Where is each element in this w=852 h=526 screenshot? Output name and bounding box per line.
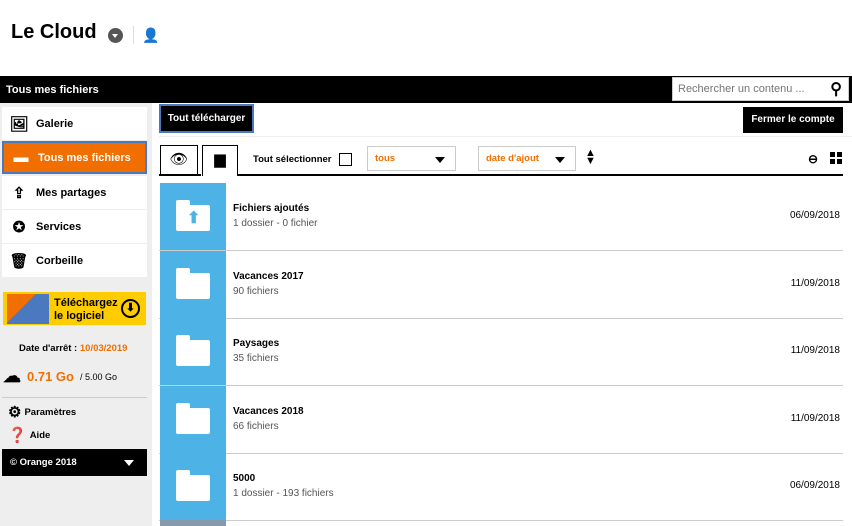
caret-circle-icon[interactable] xyxy=(108,28,123,43)
divider xyxy=(133,26,134,44)
app-title: Le Cloud xyxy=(11,21,97,43)
sort-value: date d'ajout xyxy=(486,153,539,164)
grid-view-icon[interactable] xyxy=(830,152,842,164)
sort-select[interactable]: date d'ajout xyxy=(478,146,576,171)
folder-icon xyxy=(176,335,210,366)
footer-dropdown[interactable]: © Orange 2018 xyxy=(2,449,147,476)
software-illustration xyxy=(7,294,49,324)
file-date: 11/09/2018 xyxy=(790,345,840,356)
file-row[interactable]: Vacances 2018 66 fichiers 11/09/2018 xyxy=(159,385,843,454)
zoom-out-icon[interactable]: ⊖ xyxy=(808,152,818,166)
help-label: Aide xyxy=(29,429,51,441)
folder-icon xyxy=(176,267,210,299)
select-all-checkbox[interactable] xyxy=(339,153,353,166)
footer-label: © Orange 2018 xyxy=(10,457,77,468)
sidebar-item-mes-partages[interactable]: ⇪ Mes partages xyxy=(2,176,147,209)
file-row[interactable]: 5000 1 dossier - 193 fichiers 06/09/2018 xyxy=(159,453,843,521)
toolbar-underline xyxy=(238,174,843,176)
user-mail-icon[interactable]: 👤 xyxy=(142,27,159,44)
download-software-banner[interactable]: Téléchargez le logiciel ⬇ xyxy=(3,292,146,325)
search-box: ⚲ xyxy=(672,77,849,101)
folder-thumbnail xyxy=(160,385,226,453)
download-icon: ⬇ xyxy=(121,299,140,318)
select-all[interactable]: Tout sélectionner xyxy=(253,153,353,166)
folder-icon xyxy=(176,470,210,501)
sidebar-item-label: Galerie xyxy=(36,117,74,130)
sidebar-item-label: Tous mes fichiers xyxy=(38,151,131,164)
promo-line-1: Téléchargez xyxy=(54,297,118,309)
award-icon: ✪ xyxy=(12,218,26,236)
toolbar-underline xyxy=(159,174,201,176)
file-date: 06/09/2018 xyxy=(789,480,840,491)
file-date: 11/09/2018 xyxy=(790,412,840,424)
sidebar-item-label: Mes partages xyxy=(36,186,107,199)
share-icon: ⇪ xyxy=(12,184,26,202)
search-input[interactable] xyxy=(673,78,818,100)
folder-icon: ▬ xyxy=(13,149,29,166)
folder-thumbnail: ⬆ xyxy=(160,183,226,250)
file-date: 06/09/2018 xyxy=(789,210,840,221)
folder-thumbnail xyxy=(160,318,226,385)
file-name[interactable]: Vacances 2018 xyxy=(233,406,304,417)
folder-icon xyxy=(176,402,210,434)
folder-view-button[interactable]: ▆ xyxy=(202,145,238,176)
expiry-date: Date d'arrêt : 10/03/2019 xyxy=(19,343,127,354)
gear-icon: ⚙ xyxy=(8,404,22,421)
filter-value: tous xyxy=(375,153,396,164)
section-title: Tous mes fichiers xyxy=(6,84,99,96)
file-row[interactable]: Vacances 2017 90 fichiers 11/09/2018 xyxy=(159,250,843,319)
sidebar-item-galerie[interactable]: 🖼 Galerie xyxy=(2,107,147,140)
chevron-down-icon xyxy=(435,157,445,163)
help-icon: ❓ xyxy=(8,427,27,444)
sidebar-item-services[interactable]: ✪ Services xyxy=(2,210,147,243)
download-all-button[interactable]: Tout télécharger xyxy=(159,104,254,133)
file-info: 66 fichiers xyxy=(233,420,279,432)
file-thumbnail xyxy=(160,520,226,526)
sort-order-icon[interactable]: ▲ ▼ xyxy=(585,148,596,167)
file-row[interactable]: ⬆ Fichiers ajoutés 1 dossier - 0 fichier… xyxy=(159,183,843,251)
chevron-down-icon xyxy=(124,460,134,466)
file-name[interactable]: 5000 xyxy=(233,473,255,484)
sidebar-item-label: Services xyxy=(36,220,82,233)
divider xyxy=(2,397,147,398)
file-row[interactable]: Paysages 35 fichiers 11/09/2018 xyxy=(159,318,843,386)
file-info: 35 fichiers xyxy=(233,353,279,364)
settings-label: Paramètres xyxy=(24,406,77,418)
chevron-down-icon xyxy=(555,157,565,163)
date-value: 10/03/2019 xyxy=(79,343,128,354)
file-date: 11/09/2018 xyxy=(790,277,840,289)
sidebar-item-corbeille[interactable]: 🗑 Corbeille xyxy=(2,244,147,277)
select-all-label: Tout sélectionner xyxy=(253,154,332,165)
sidebar-item-label: Corbeille xyxy=(36,254,84,267)
preview-view-button[interactable]: 👁 xyxy=(160,145,198,175)
settings-link[interactable]: ⚙ Paramètres xyxy=(8,403,76,421)
search-icon[interactable]: ⚲ xyxy=(830,79,842,99)
folder-thumbnail xyxy=(160,453,226,520)
close-account-button[interactable]: Fermer le compte xyxy=(743,107,843,133)
file-name[interactable]: Fichiers ajoutés xyxy=(233,203,309,214)
file-info: 1 dossier - 193 fichiers xyxy=(233,488,334,499)
promo-line-2: le logiciel xyxy=(54,310,105,322)
sidebar-item-tous-mes-fichiers[interactable]: ▬ Tous mes fichiers xyxy=(2,141,147,174)
folder-upload-icon: ⬆ xyxy=(176,200,210,231)
total-storage: / 5.00 Go xyxy=(79,371,117,382)
folders-icon: ▆ xyxy=(214,151,226,168)
storage-quota: ☁ 0.71 Go / 5.00 Go xyxy=(3,366,117,387)
cloud-icon: ☁ xyxy=(3,366,21,386)
image-icon: 🖼 xyxy=(9,115,29,133)
date-label: Date d'arrêt : xyxy=(19,343,78,354)
divider xyxy=(159,136,852,137)
file-name[interactable]: Paysages xyxy=(233,338,279,349)
trash-icon: 🗑 xyxy=(9,252,29,270)
filter-select[interactable]: tous xyxy=(367,146,456,171)
file-info: 90 fichiers xyxy=(233,285,279,297)
folder-thumbnail xyxy=(160,250,226,318)
eye-icon: 👁 xyxy=(169,151,189,168)
file-info: 1 dossier - 0 fichier xyxy=(233,218,318,229)
used-storage: 0.71 Go xyxy=(27,369,74,384)
help-link[interactable]: ❓ Aide xyxy=(8,426,50,444)
file-name[interactable]: Vacances 2017 xyxy=(233,271,304,282)
app-header: Le Cloud 👤 xyxy=(0,0,852,76)
